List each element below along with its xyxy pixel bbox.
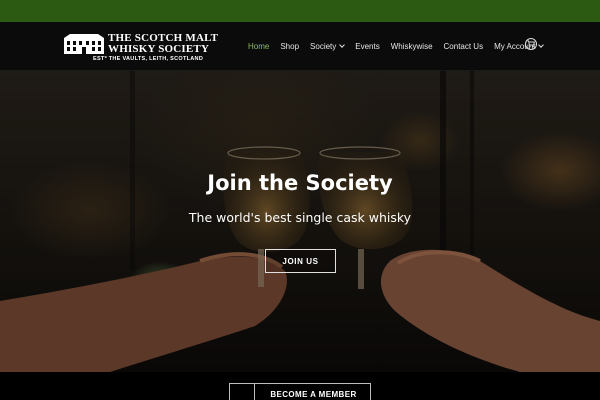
cart-icon [527,40,535,48]
nav-item-label: Contact Us [443,41,484,51]
member-cta-section: BECOME A MEMBER [0,372,600,400]
main-nav: Home Shop Society Events Whiskywise Cont… [248,39,554,53]
nav-item-whiskywise[interactable]: Whiskywise [391,42,433,51]
become-member-button[interactable]: BECOME A MEMBER [229,383,371,400]
chevron-down-icon [538,42,545,48]
nav-item-society[interactable]: Society [310,41,346,51]
nav-item-label: Home [248,41,270,51]
nav-item-label: Shop [280,41,300,51]
logo-tagline: ESTº THE VAULTS, LEITH, SCOTLAND [93,56,204,62]
nav-item-label: Events [355,41,380,51]
become-member-label: BECOME A MEMBER [270,390,357,399]
nav-item-shop[interactable]: Shop [280,42,299,51]
hero-banner: Join the Society The world's best single… [0,71,600,372]
cart-button[interactable] [525,38,537,50]
site-logo[interactable]: THE SCOTCH MALT WHISKY SOCIETY ESTº THE … [64,32,218,64]
top-strip [0,0,600,22]
nav-item-label: Whiskywise [390,41,433,51]
chevron-down-icon [339,42,346,48]
site-header: THE SCOTCH MALT WHISKY SOCIETY ESTº THE … [0,22,600,71]
hero-subtitle: The world's best single cask whisky [188,210,412,225]
hero-title: Join the Society [207,171,393,195]
nav-item-events[interactable]: Events [355,42,379,51]
join-us-button[interactable]: JOIN US [265,249,336,273]
nav-item-home[interactable]: Home [248,42,269,51]
vaults-building-icon [64,34,104,54]
logo-title-line2: WHISKY SOCIETY [108,43,210,55]
nav-item-label: Society [310,41,337,51]
nav-item-contact-us[interactable]: Contact Us [444,42,484,51]
